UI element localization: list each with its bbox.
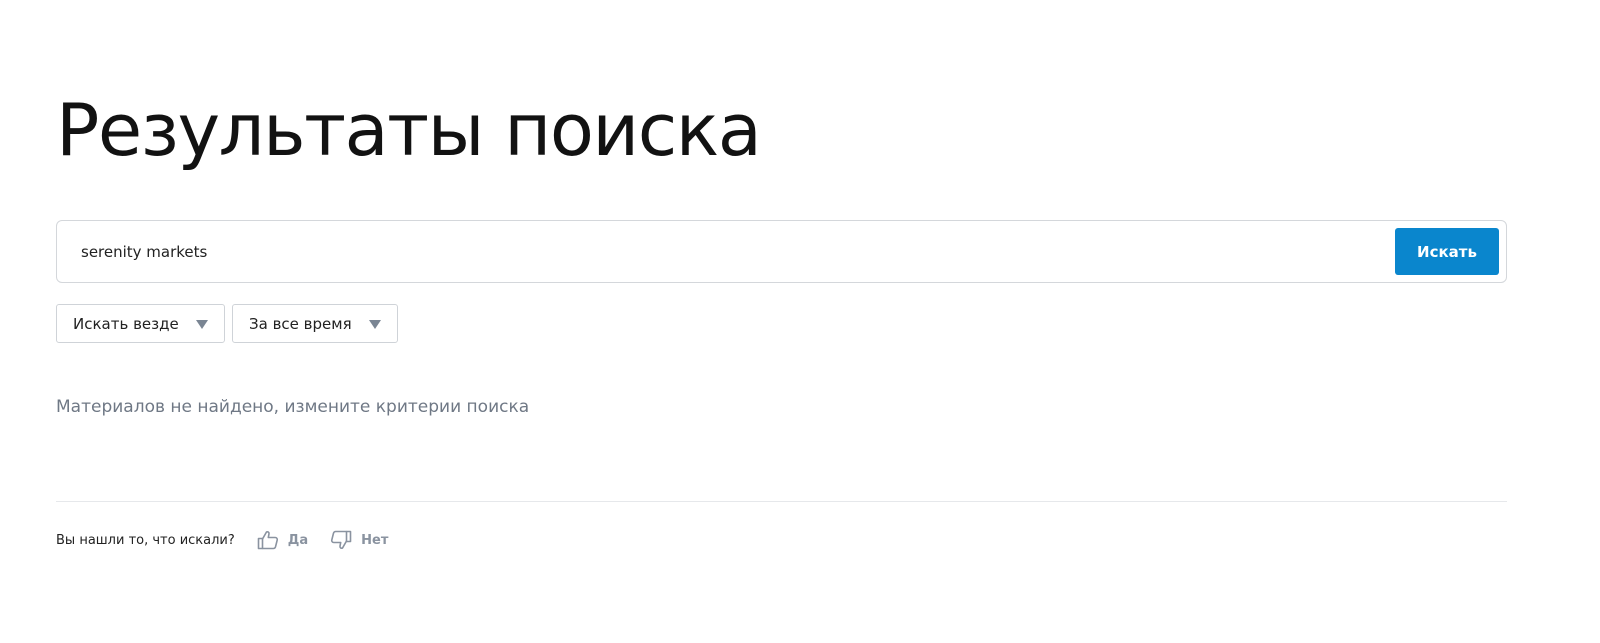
- caret-down-icon: [369, 320, 381, 329]
- empty-results-message: Материалов не найдено, измените критерии…: [56, 397, 530, 417]
- period-dropdown-value: За все время: [249, 314, 352, 333]
- feedback-widget: Вы нашли то, что искали? Да Нет: [56, 527, 410, 553]
- search-results-page: Результаты поиска Искать Искать везде За…: [0, 0, 1600, 643]
- feedback-yes-button[interactable]: Да: [257, 530, 308, 550]
- thumbs-up-icon: [257, 531, 278, 550]
- divider: [56, 501, 1507, 502]
- feedback-question: Вы нашли то, что искали?: [56, 532, 235, 548]
- search-input[interactable]: [81, 221, 1381, 282]
- period-dropdown[interactable]: За все время: [232, 304, 398, 343]
- search-button[interactable]: Искать: [1395, 228, 1499, 275]
- thumbs-down-icon: [331, 530, 352, 549]
- feedback-no-label: Нет: [361, 532, 389, 548]
- feedback-no-button[interactable]: Нет: [330, 530, 388, 550]
- scope-dropdown-value: Искать везде: [73, 314, 179, 333]
- search-bar: Искать: [56, 220, 1507, 283]
- caret-down-icon: [196, 320, 208, 329]
- feedback-yes-label: Да: [287, 532, 309, 548]
- scope-dropdown[interactable]: Искать везде: [56, 304, 225, 343]
- page-title: Результаты поиска: [56, 88, 762, 172]
